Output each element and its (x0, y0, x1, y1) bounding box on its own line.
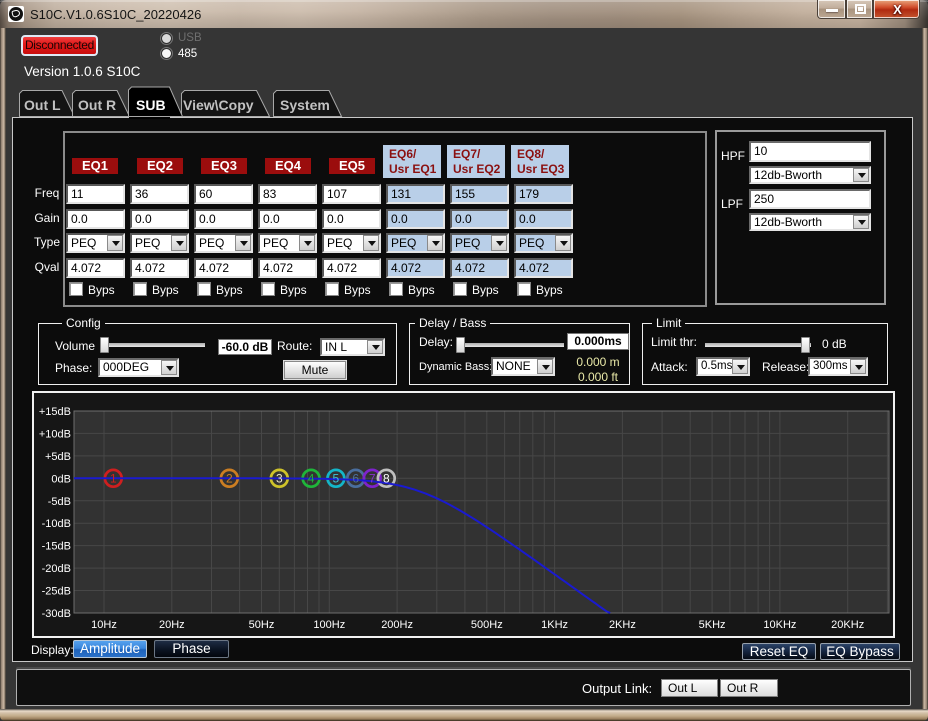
svg-text:View\Copy: View\Copy (183, 97, 254, 113)
svg-text:100Hz: 100Hz (313, 619, 345, 631)
svg-text:-10dB: -10dB (42, 518, 71, 530)
svg-text:200Hz: 200Hz (381, 619, 413, 631)
svg-text:-5dB: -5dB (48, 496, 71, 508)
svg-text:500Hz: 500Hz (471, 619, 503, 631)
svg-text:1: 1 (110, 472, 117, 486)
svg-text:+5dB: +5dB (45, 451, 71, 463)
svg-text:8: 8 (383, 472, 390, 486)
svg-text:6: 6 (352, 472, 359, 486)
svg-text:+10dB: +10dB (39, 428, 71, 440)
svg-text:0dB: 0dB (51, 473, 71, 485)
svg-text:1KHz: 1KHz (541, 619, 568, 631)
svg-text:+15dB: +15dB (39, 406, 71, 418)
svg-text:5KHz: 5KHz (699, 619, 726, 631)
svg-text:20KHz: 20KHz (831, 619, 864, 631)
svg-text:System: System (280, 97, 330, 113)
svg-text:2: 2 (226, 472, 233, 486)
svg-text:-20dB: -20dB (42, 563, 71, 575)
svg-text:3: 3 (276, 472, 283, 486)
svg-text:-30dB: -30dB (42, 608, 71, 620)
svg-text:20Hz: 20Hz (159, 619, 185, 631)
svg-text:Out R: Out R (78, 97, 116, 113)
svg-text:SUB: SUB (136, 97, 166, 113)
svg-text:-25dB: -25dB (42, 586, 71, 598)
svg-text:10Hz: 10Hz (91, 619, 117, 631)
svg-text:2KHz: 2KHz (609, 619, 636, 631)
svg-text:4: 4 (308, 472, 315, 486)
svg-text:5: 5 (333, 472, 340, 486)
svg-text:10KHz: 10KHz (763, 619, 796, 631)
svg-text:-15dB: -15dB (42, 541, 71, 553)
svg-text:7: 7 (369, 472, 376, 486)
svg-text:Out L: Out L (24, 97, 61, 113)
svg-text:50Hz: 50Hz (249, 619, 275, 631)
